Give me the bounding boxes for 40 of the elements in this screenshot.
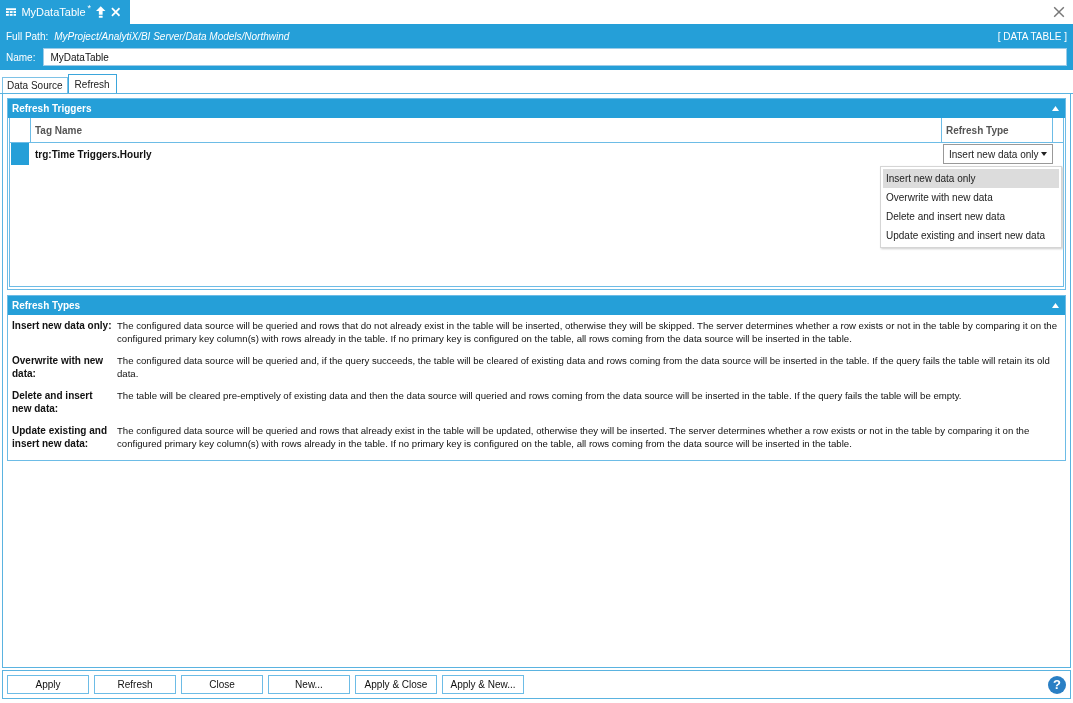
caret-icon — [1041, 152, 1047, 156]
panel-title: Refresh Triggers — [12, 103, 92, 114]
type-term: Overwrite with new data: — [12, 354, 105, 380]
table-cell-text: trg:Time Triggers.Hourly — [34, 148, 153, 160]
dropdown-option[interactable]: Insert new data only — [883, 169, 1059, 188]
modified-mark: * — [87, 3, 92, 13]
refresh-type-dropdown[interactable]: Insert new data only — [943, 144, 1053, 164]
name-field[interactable]: MyDataTable — [43, 48, 1067, 66]
table-icon — [6, 7, 17, 17]
tab[interactable]: Refresh — [67, 74, 117, 93]
type-term: Delete and insert new data: — [12, 389, 94, 415]
action-button[interactable]: Apply & New... — [442, 675, 524, 694]
panel-title: Refresh Types — [12, 300, 81, 311]
dropdown-option[interactable]: Delete and insert new data — [883, 207, 1059, 226]
name-label: Name: — [6, 51, 36, 63]
type-label: [ DATA TABLE ] — [997, 30, 1067, 42]
column-header[interactable]: Refresh Type — [941, 118, 1053, 142]
type-term: Update existing and insert new data: — [12, 424, 108, 450]
action-button[interactable]: New... — [268, 675, 350, 694]
close-icon[interactable] — [1053, 6, 1065, 18]
path-text: MyProject/AnalytiX/BI Server/Data Models/Northwind — [54, 30, 290, 42]
type-description: The configured data source will be queried and rows that already exist in the table will be updated, otherwise they will be inserted. The server determines whether a row exists or not in the table by comparing it on the configured primary key column(s) with rows already in the table. If no primary key is configured on the table, all rows coming from the data source will be inserted in the table. — [117, 424, 1031, 450]
action-button[interactable]: Apply & Close — [355, 675, 437, 694]
type-term: Insert new data only: — [12, 319, 113, 333]
type-description: The configured data source will be queried and, if the query succeeds, the table will be cleared of existing data and rows coming from the data source will be inserted in the table. If the query fails the table will retain its old data. — [117, 354, 1051, 380]
help-icon[interactable]: ? — [1048, 675, 1066, 694]
action-button[interactable]: Close — [181, 675, 263, 694]
type-description: The table will be cleared pre-emptively of existing data and then the data source will queried and rows coming from the data source will be inserted in the table. If the query fails the table will be empty. — [117, 389, 963, 403]
path-label: Full Path: — [6, 30, 49, 42]
dropdown-option[interactable]: Update existing and insert new data — [883, 226, 1059, 245]
type-description: The configured data source will be queried and rows that do not already exist in the table will be inserted, otherwise they will be skipped. The server determines whether a row exists or not in the table by comparing it on the configured primary key column(s) with rows already in the table. If no primary key is configured on the table, all rows coming from the data source will be inserted in the table. — [117, 319, 1058, 345]
tab[interactable]: Data Source — [2, 77, 68, 93]
action-button[interactable]: Refresh — [94, 675, 176, 694]
collapse-icon[interactable] — [1052, 106, 1059, 111]
column-header[interactable]: Tag Name — [31, 118, 941, 142]
pin-icon[interactable] — [96, 6, 106, 18]
document-title: MyDataTable — [21, 6, 86, 18]
collapse-icon[interactable] — [1052, 303, 1059, 308]
dropdown-option[interactable]: Overwrite with new data — [883, 188, 1059, 207]
action-button[interactable]: Apply — [7, 675, 89, 694]
